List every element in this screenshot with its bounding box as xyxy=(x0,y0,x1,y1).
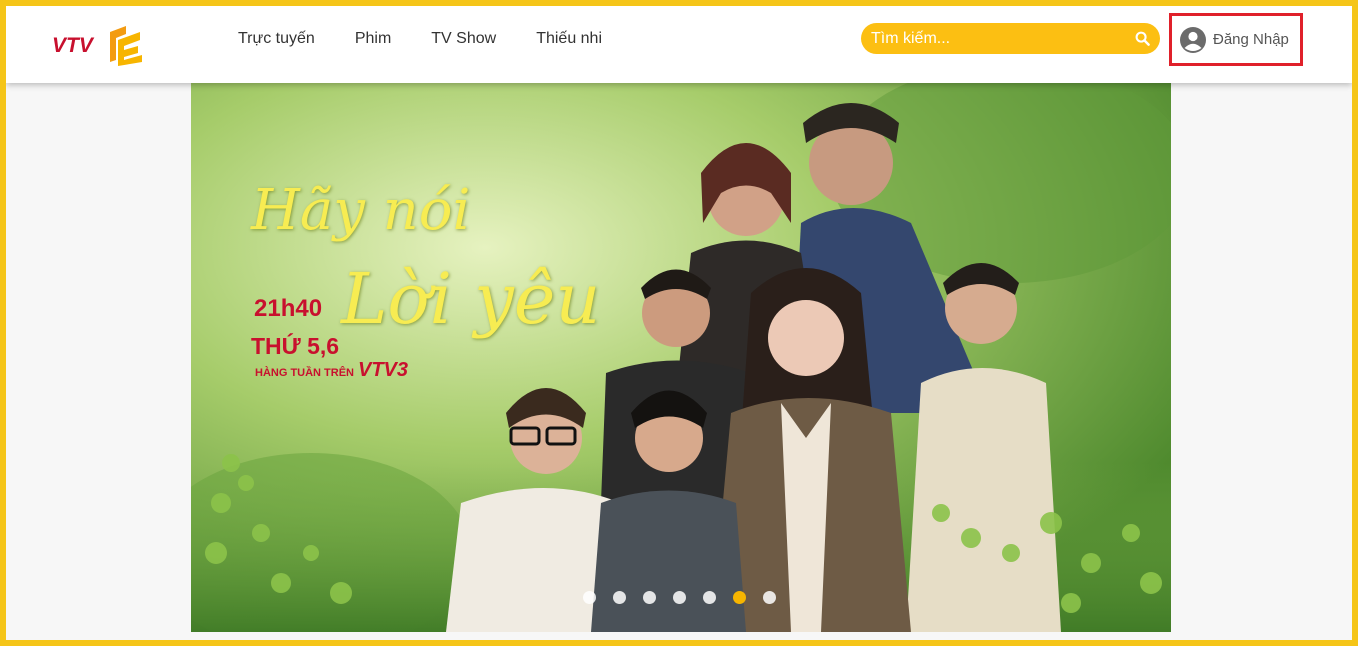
vtv-logo[interactable]: VTV xyxy=(52,22,144,66)
nav-tv-show[interactable]: TV Show xyxy=(431,30,496,48)
banner-title-line1: Hãy nói xyxy=(251,178,471,243)
login-label: Đăng Nhập xyxy=(1213,31,1289,48)
banner-schedule: HÀNG TUẦN TRÊN xyxy=(255,367,354,379)
nav-live[interactable]: Trực tuyến xyxy=(238,30,315,48)
carousel-dot[interactable] xyxy=(673,591,686,604)
search-icon[interactable] xyxy=(1135,31,1150,46)
channel-logo: VTV3 xyxy=(358,359,409,381)
hero-banner[interactable]: Hãy nói Lời yêu 21h40 THỨ 5,6 HÀNG TUẦN … xyxy=(191,83,1171,632)
login-button[interactable]: Đăng Nhập xyxy=(1169,13,1303,66)
banner-airtime: 21h40 xyxy=(254,295,323,322)
search-bar xyxy=(861,23,1160,54)
banner-days: THỨ 5,6 xyxy=(251,333,340,359)
carousel-dot[interactable] xyxy=(583,591,596,604)
top-header: VTV Trực tuyến Phim TV Show Thiếu nhi Đă… xyxy=(6,6,1352,83)
nav-movies[interactable]: Phim xyxy=(355,30,391,48)
logo-text: VTV xyxy=(52,34,95,57)
carousel-dots xyxy=(583,591,776,604)
carousel-dot[interactable] xyxy=(613,591,626,604)
carousel-dot[interactable] xyxy=(733,591,746,604)
main-nav: Trực tuyến Phim TV Show Thiếu nhi xyxy=(238,30,602,48)
carousel-dot[interactable] xyxy=(643,591,656,604)
banner-title-line2: Lời yêu xyxy=(341,258,601,340)
user-circle-icon xyxy=(1180,26,1206,53)
page-frame: VTV Trực tuyến Phim TV Show Thiếu nhi Đă… xyxy=(6,6,1352,640)
carousel-dot[interactable] xyxy=(763,591,776,604)
nav-kids[interactable]: Thiếu nhi xyxy=(536,30,602,48)
carousel-dot[interactable] xyxy=(703,591,716,604)
search-input[interactable] xyxy=(861,29,1121,48)
